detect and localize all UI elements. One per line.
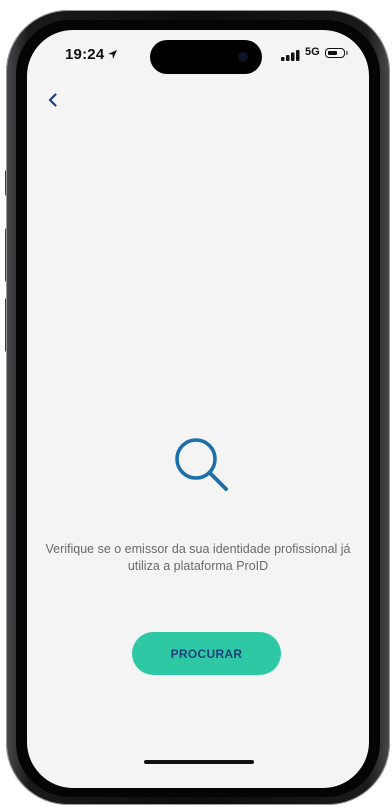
message-line-2: utiliza a plataforma ProID bbox=[127, 559, 269, 573]
magnifier-icon bbox=[172, 435, 238, 506]
app-screen: 19:24 5G Verifique se o emissor da sua i… bbox=[27, 30, 369, 788]
time-text: 19:24 bbox=[65, 46, 105, 63]
battery-icon bbox=[325, 48, 345, 58]
verification-message: Verifique se o emissor da sua identidade… bbox=[41, 541, 355, 575]
chevron-left-icon bbox=[48, 92, 58, 112]
network-type-label: 5G bbox=[305, 46, 320, 58]
search-button[interactable]: PROCURAR bbox=[132, 632, 281, 675]
cellular-signal-icon bbox=[281, 48, 301, 66]
status-bar-time: 19:24 bbox=[65, 46, 118, 64]
location-arrow-icon bbox=[107, 47, 118, 64]
battery-tip bbox=[346, 51, 348, 55]
dynamic-island bbox=[150, 40, 262, 74]
front-camera bbox=[238, 52, 248, 62]
back-button[interactable] bbox=[39, 88, 67, 116]
message-line-1: Verifique se o emissor da sua identidade… bbox=[45, 542, 351, 556]
home-indicator[interactable] bbox=[144, 760, 254, 764]
